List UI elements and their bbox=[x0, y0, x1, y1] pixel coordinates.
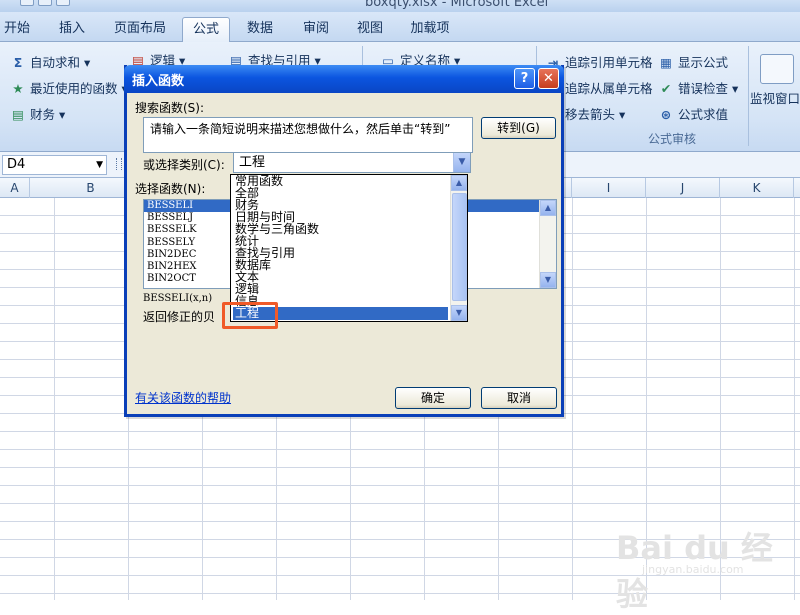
column-header[interactable]: J bbox=[646, 178, 720, 198]
check-icon: ✔ bbox=[660, 81, 672, 96]
category-dropdown-list[interactable]: 常用函数 全部 财务 日期与时间 数学与三角函数 统计 查找与引用 数据库 文本… bbox=[230, 174, 468, 322]
chevron-down-icon[interactable]: ▼ bbox=[540, 272, 556, 288]
ok-button[interactable]: 确定 bbox=[395, 387, 471, 409]
help-button[interactable]: ? bbox=[514, 68, 535, 89]
dropdown-scrollbar[interactable]: ▲ ▼ bbox=[450, 175, 467, 321]
chevron-up-icon[interactable]: ▲ bbox=[451, 175, 467, 191]
baidu-watermark: Bai du 经验 jingyan.baidu.com bbox=[612, 523, 792, 613]
tab-add-ins[interactable]: 加载项 bbox=[402, 17, 458, 42]
chevron-down-icon[interactable]: ▼ bbox=[96, 156, 103, 174]
ribbon-tabs: 开始 插入 页面布局 公式 数据 审阅 视图 加载项 bbox=[0, 12, 800, 42]
tab-formulas[interactable]: 公式 bbox=[182, 17, 230, 42]
chevron-down-icon[interactable]: ▼ bbox=[453, 153, 470, 172]
column-header[interactable]: B bbox=[54, 178, 128, 198]
function-help-link[interactable]: 有关该函数的帮助 bbox=[135, 389, 231, 406]
book-icon: ▤ bbox=[12, 107, 24, 122]
function-list-scrollbar[interactable]: ▲ ▼ bbox=[539, 200, 556, 288]
redo-icon[interactable] bbox=[38, 0, 52, 6]
watermark-url: jingyan.baidu.com bbox=[642, 563, 744, 576]
show-formulas-button[interactable]: ▦ 显示公式 bbox=[658, 52, 728, 71]
close-icon[interactable]: ✕ bbox=[538, 68, 559, 89]
category-select[interactable]: 工程 ▼ bbox=[233, 152, 471, 173]
tab-insert[interactable]: 插入 bbox=[48, 17, 96, 42]
tab-home[interactable]: 开始 bbox=[0, 17, 34, 42]
category-label: 或选择类别(C): bbox=[143, 158, 225, 172]
column-header[interactable]: K bbox=[720, 178, 794, 198]
tab-page-layout[interactable]: 页面布局 bbox=[108, 17, 172, 42]
evaluate-icon: ⊛ bbox=[660, 107, 672, 122]
name-box[interactable]: D4 ▼ bbox=[2, 155, 107, 175]
dialog-title-bar[interactable]: 插入函数 ? ✕ bbox=[124, 65, 564, 93]
goto-button[interactable]: 转到(G) bbox=[481, 117, 556, 139]
tab-view[interactable]: 视图 bbox=[348, 17, 392, 42]
tab-review[interactable]: 审阅 bbox=[294, 17, 338, 42]
window-title-bar: boxqty.xlsx - Microsoft Excel bbox=[0, 0, 800, 12]
chevron-up-icon[interactable]: ▲ bbox=[540, 200, 556, 216]
formula-icon: ▦ bbox=[660, 55, 672, 70]
tab-data[interactable]: 数据 bbox=[238, 17, 282, 42]
function-description: 返回修正的贝 bbox=[143, 310, 216, 324]
dialog-title: 插入函数 bbox=[132, 74, 185, 89]
search-input[interactable]: 请输入一条简短说明来描述您想做什么，然后单击“转到” bbox=[143, 117, 473, 153]
search-label: 搜索函数(S): bbox=[135, 101, 205, 115]
ribbon-separator bbox=[748, 46, 749, 146]
scrollbar-thumb[interactable] bbox=[452, 193, 467, 301]
cancel-button[interactable]: 取消 bbox=[481, 387, 557, 409]
watch-window-label: 监视窗口 bbox=[750, 91, 800, 106]
quick-access-toolbar[interactable] bbox=[20, 0, 100, 8]
star-icon: ★ bbox=[12, 81, 24, 96]
column-header[interactable]: A bbox=[0, 178, 30, 198]
error-checking-button[interactable]: ✔ 错误检查 ▾ bbox=[658, 78, 739, 97]
sigma-icon: Σ bbox=[13, 55, 23, 70]
autosum-button[interactable]: Σ 自动求和 ▾ bbox=[10, 52, 91, 71]
print-preview-icon[interactable] bbox=[56, 0, 70, 6]
watch-window-icon[interactable] bbox=[760, 54, 794, 84]
select-function-label: 选择函数(N): bbox=[135, 182, 206, 196]
chevron-down-icon[interactable]: ▼ bbox=[451, 305, 467, 321]
undo-icon[interactable] bbox=[20, 0, 34, 6]
window-title: boxqty.xlsx - Microsoft Excel bbox=[365, 0, 549, 10]
formula-bar-splitter[interactable] bbox=[116, 158, 122, 170]
evaluate-formula-button[interactable]: ⊛ 公式求值 bbox=[658, 104, 728, 123]
annotation-highlight-box bbox=[222, 302, 278, 329]
recent-functions-button[interactable]: ★ 最近使用的函数 ▾ bbox=[10, 78, 127, 97]
formula-auditing-group-label: 公式审核 bbox=[648, 132, 697, 146]
financial-button[interactable]: ▤ 财务 ▾ bbox=[10, 104, 65, 123]
column-header[interactable]: I bbox=[572, 178, 646, 198]
function-signature: BESSELI(x,n) bbox=[143, 293, 213, 304]
